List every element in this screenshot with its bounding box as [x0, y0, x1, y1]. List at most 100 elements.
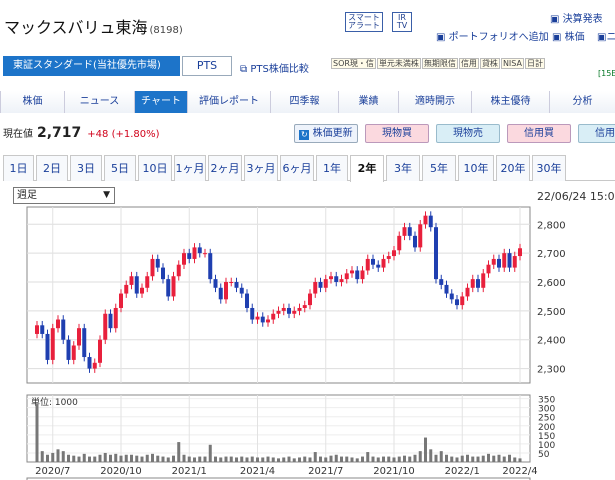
period-tab[interactable]: 20年: [496, 155, 530, 181]
period-tab[interactable]: 10年: [458, 155, 494, 181]
volume-bar: [224, 456, 228, 462]
refresh-label: 株価更新: [312, 128, 353, 139]
volume-bar: [203, 456, 207, 462]
x-tick-label: 2022/1: [445, 466, 480, 477]
volume-bar: [455, 457, 459, 462]
stock-code: (8198): [149, 25, 183, 36]
volume-bar: [502, 456, 506, 462]
nav-tab[interactable]: 分析: [549, 91, 615, 113]
period-tab[interactable]: 1年: [316, 155, 348, 181]
smart-alert-button[interactable]: スマート アラート: [345, 12, 383, 32]
volume-bar: [382, 456, 385, 462]
volume-bar: [61, 451, 65, 462]
y-tick-label: 2,400: [537, 336, 566, 347]
main-nav: 株価 ニュース チャート 評価レポート 四季報 業績 適時開示 株主優待 分析: [0, 91, 615, 113]
period-tab[interactable]: 30年: [532, 155, 566, 181]
candle: [113, 303, 118, 333]
candle: [418, 219, 423, 252]
nav-tab[interactable]: 評価レポート: [187, 91, 270, 113]
tag: SOR現・信: [331, 58, 376, 69]
volume-bar: [93, 456, 97, 462]
volume-bar: [371, 456, 375, 462]
volume-bar: [182, 454, 186, 462]
period-tab[interactable]: 3年: [386, 155, 420, 181]
volume-bar: [266, 456, 270, 462]
volume-bar: [450, 456, 454, 462]
volume-bar: [313, 452, 317, 462]
volume-bar: [250, 456, 254, 462]
smart-alert-line2: アラート: [348, 21, 380, 30]
portfolio-icon: ▣: [436, 32, 446, 43]
volume-bar: [271, 457, 275, 462]
candle: [50, 323, 55, 365]
nav-tab[interactable]: 適時開示: [398, 91, 471, 113]
y-tick-label: 2,500: [537, 307, 566, 318]
x-tick-label: 2021/1: [172, 466, 207, 477]
period-tab[interactable]: 10日: [138, 155, 172, 181]
buy-margin-button[interactable]: 信用買: [507, 124, 571, 143]
nav-tab[interactable]: 四季報: [270, 91, 338, 113]
portfolio-link[interactable]: ▣ ポートフォリオへ追加: [436, 28, 549, 43]
sell-spot-button[interactable]: 現物売: [436, 124, 500, 143]
volume-bar: [277, 458, 280, 462]
pts-tab[interactable]: PTS: [182, 56, 232, 76]
volume-bar: [397, 456, 401, 462]
volume-tick-label: 50: [538, 450, 550, 460]
stock-link[interactable]: ▣ 株価: [552, 28, 585, 43]
volume-bar: [319, 456, 322, 462]
volume-bar: [72, 455, 76, 462]
volume-bar: [492, 455, 496, 462]
volume-bar: [135, 455, 139, 462]
refresh-button[interactable]: ↻ 株価更新: [294, 124, 358, 143]
y-tick-label: 2,800: [537, 220, 566, 231]
settlement-link[interactable]: ▣ 決算発表: [550, 10, 603, 25]
tag: 無期限信: [421, 58, 458, 69]
volume-bar: [303, 456, 307, 462]
pts-compare-label: PTS株価比較: [250, 64, 309, 75]
price-change: +48 (+1.80%): [87, 129, 160, 140]
nav-tab[interactable]: ニュース: [64, 91, 134, 113]
volume-bar: [198, 456, 202, 462]
period-tab[interactable]: 1ヶ月: [174, 155, 206, 181]
period-tab[interactable]: 2ヶ月: [208, 155, 242, 181]
candle: [45, 329, 50, 365]
trade-tags: SOR現・信 単元未満株 無期限信 信用 貸株 NISA 日計: [331, 58, 546, 69]
buy-spot-button[interactable]: 現物買: [365, 124, 429, 143]
volume-bar: [208, 444, 212, 462]
x-tick-label: 2020/7: [35, 466, 70, 477]
sell-margin-button[interactable]: 信用売: [578, 124, 615, 143]
period-tab[interactable]: 5年: [422, 155, 456, 181]
pts-compare-link[interactable]: ⧉ PTS株価比較: [240, 60, 309, 75]
market-tab[interactable]: 東証スタンダード(当社優先市場): [3, 56, 180, 76]
volume-bar: [434, 454, 438, 462]
volume-bar: [345, 456, 349, 462]
more-link[interactable]: ▣ニ: [597, 28, 615, 43]
volume-bar: [518, 458, 522, 462]
candle: [171, 271, 176, 301]
x-tick-label: 2022/4: [502, 466, 537, 477]
nav-tab[interactable]: 株主優待: [471, 91, 549, 113]
period-tab[interactable]: 1日: [3, 155, 34, 181]
nav-tab[interactable]: 業績: [338, 91, 398, 113]
period-tab[interactable]: 2日: [36, 155, 68, 181]
ir-tv-button[interactable]: IR TV: [392, 12, 412, 32]
period-tab[interactable]: 5日: [104, 155, 136, 181]
volume-bar: [193, 457, 196, 462]
nav-tab[interactable]: 株価: [0, 91, 64, 113]
company-title: マックスバリュ東海 (8198): [4, 14, 183, 38]
nav-tab[interactable]: チャート: [134, 91, 187, 113]
period-tab[interactable]: 6ヶ月: [280, 155, 314, 181]
volume-bar: [67, 454, 70, 462]
volume-bar: [418, 451, 422, 462]
stock-page: { "header": { "company_name": "マックスバリュ東海…: [0, 0, 615, 480]
period-tab[interactable]: 3日: [70, 155, 102, 181]
current-price: 2,717: [37, 125, 82, 141]
volume-bar: [481, 455, 485, 462]
volume-bar: [98, 454, 102, 462]
interval-select[interactable]: 週足 ▼: [13, 187, 115, 204]
period-tab[interactable]: 3ヶ月: [244, 155, 278, 181]
volume-panel: [26, 394, 531, 463]
x-tick-label: 2021/4: [240, 466, 275, 477]
volume-bar: [109, 454, 112, 462]
period-tab[interactable]: 2年: [350, 155, 384, 182]
